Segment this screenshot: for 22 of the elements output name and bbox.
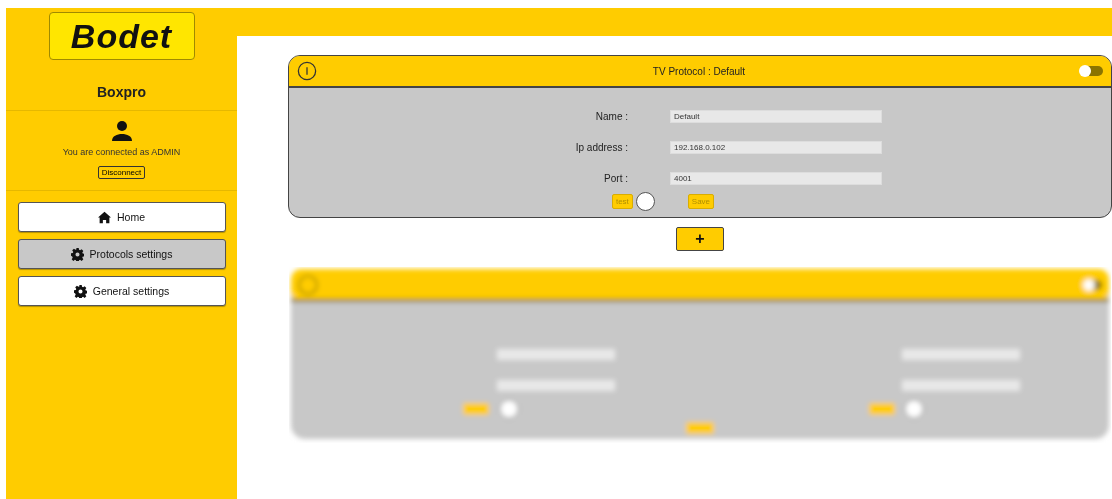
card-title: TV Protocol : Default [651, 65, 747, 77]
status-indicator [635, 192, 655, 211]
disconnect-button[interactable]: Disconnect [97, 166, 146, 179]
info-icon[interactable] [297, 61, 317, 81]
field-label: Port : [603, 173, 628, 184]
user-icon [109, 119, 134, 143]
logo: Bodet [48, 12, 195, 60]
device-name: Boxpro [97, 84, 146, 100]
field-label: Ip address : [574, 142, 628, 153]
add-button[interactable]: + [676, 227, 724, 251]
gear-icon [73, 284, 87, 298]
field-label: Name : [594, 111, 628, 122]
gear-icon [70, 247, 84, 261]
user-status: You are connected as ADMIN [62, 147, 181, 157]
input-field[interactable]: Default [670, 110, 882, 123]
home-icon [98, 210, 111, 224]
menu-item[interactable]: General settings [17, 276, 226, 306]
input-field[interactable]: 192.168.0.102 [670, 141, 882, 154]
toggle-switch[interactable] [1081, 66, 1103, 76]
input-field[interactable]: 4001 [670, 172, 882, 185]
menu-item[interactable]: Protocols settings [17, 239, 226, 269]
menu-item[interactable]: Home [17, 202, 226, 232]
